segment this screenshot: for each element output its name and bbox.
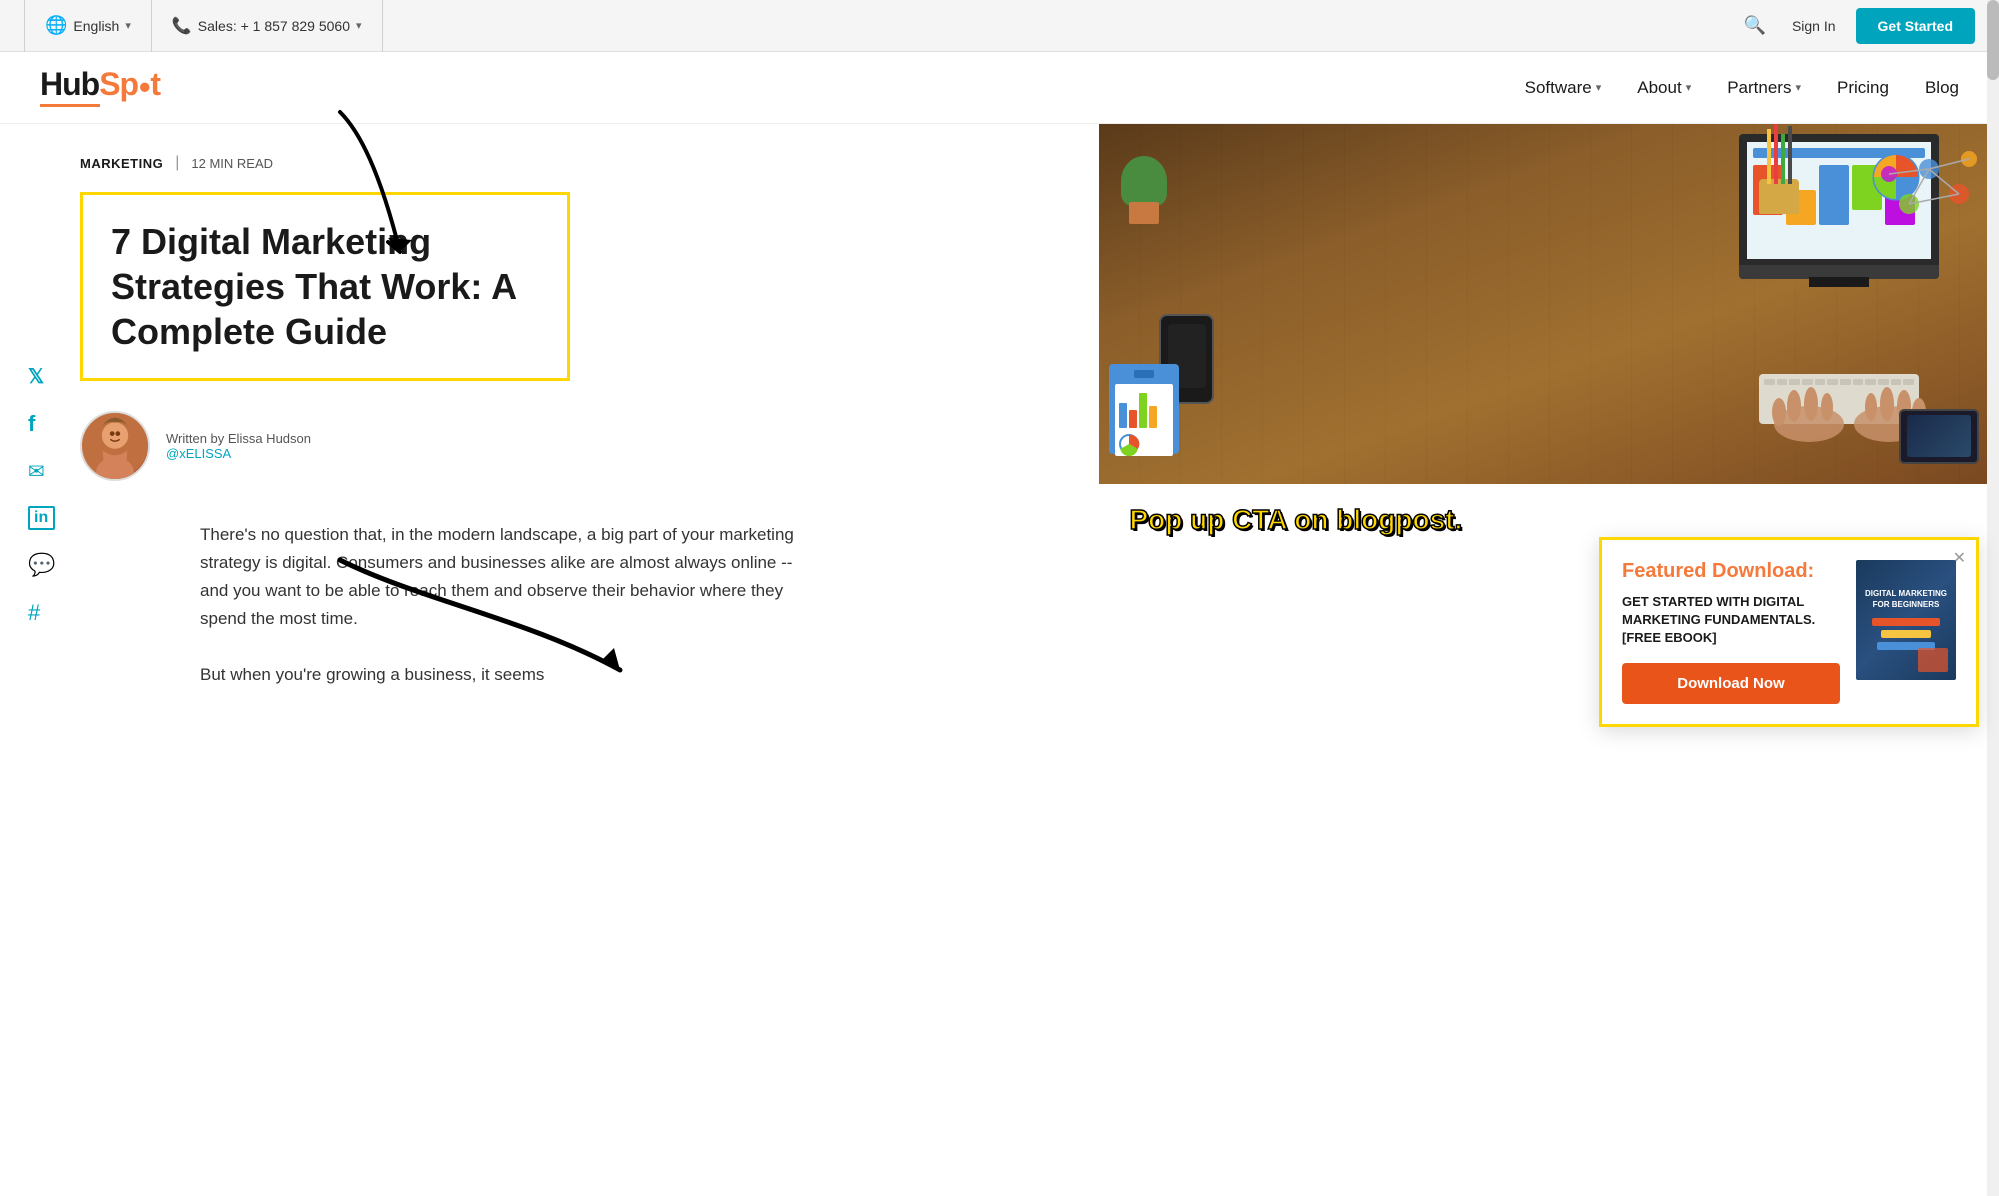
category-text: MARKETING xyxy=(80,156,163,171)
phone-chevron-icon: ▾ xyxy=(356,19,362,32)
cta-ebook-image: DIGITAL MARKETING FOR BEGINNERS xyxy=(1856,560,1956,680)
author-handle[interactable]: @xELISSA xyxy=(166,446,311,461)
top-bar: 🌐 English ▾ 📞 Sales: + 1 857 829 5060 ▾ … xyxy=(0,0,1999,52)
twitter-share-icon[interactable]: 𝕏 xyxy=(28,364,55,389)
language-chevron-icon: ▾ xyxy=(125,19,131,32)
main-content: 𝕏 f ✉ in 💬 # MARKETING | 12 MIN READ 7 D… xyxy=(0,124,1999,747)
article-body: There's no question that, in the modern … xyxy=(120,521,1059,689)
article-title: 7 Digital Marketing Strategies That Work… xyxy=(111,219,539,354)
content-right: Pop up CTA on blogpost. ✕ Featured Downl… xyxy=(1099,124,1999,747)
pencil-holder xyxy=(1759,144,1799,214)
software-chevron-icon: ▾ xyxy=(1596,81,1602,94)
desk-scene xyxy=(1099,124,1999,484)
phone-selector[interactable]: 📞 Sales: + 1 857 829 5060 ▾ xyxy=(152,0,383,52)
top-bar-right: 🔍 Sign In Get Started xyxy=(1738,8,1975,44)
hero-image xyxy=(1099,124,1999,484)
plant-leaves xyxy=(1121,156,1167,206)
read-time: 12 MIN READ xyxy=(191,156,273,171)
monitor-stand xyxy=(1809,277,1869,287)
signin-button[interactable]: Sign In xyxy=(1792,18,1836,34)
logo[interactable]: HubSp●t xyxy=(40,68,160,107)
ebook-stripe-2 xyxy=(1881,630,1931,638)
sales-label: Sales: + 1 857 829 5060 xyxy=(198,18,350,34)
language-label: English xyxy=(73,18,119,34)
scrollbar-track[interactable] xyxy=(1987,0,1999,1196)
scrollbar-thumb[interactable] xyxy=(1987,0,1999,80)
logo-underline xyxy=(40,104,100,107)
article-title-box: 7 Digital Marketing Strategies That Work… xyxy=(80,192,570,381)
search-button[interactable]: 🔍 xyxy=(1738,9,1772,42)
phone-icon: 📞 xyxy=(172,16,192,36)
facebook-share-icon[interactable]: f xyxy=(28,411,55,437)
avatar-image xyxy=(82,411,148,479)
top-bar-left: 🌐 English ▾ 📞 Sales: + 1 857 829 5060 ▾ xyxy=(24,0,383,52)
article-text: There's no question that, in the modern … xyxy=(200,521,820,689)
nav-bar: HubSp●t Software ▾ About ▾ Partners ▾ Pr… xyxy=(0,52,1999,124)
nav-about[interactable]: About ▾ xyxy=(1637,78,1691,98)
ebook-title: DIGITAL MARKETING FOR BEGINNERS xyxy=(1864,589,1948,610)
nav-blog[interactable]: Blog xyxy=(1925,78,1959,98)
hashtag-share-icon[interactable]: # xyxy=(28,600,55,626)
author-info: Written by Elissa Hudson @xELISSA xyxy=(166,431,311,461)
cta-description: GET STARTED WITH DIGITAL MARKETING FUNDA… xyxy=(1622,593,1840,648)
get-started-button[interactable]: Get Started xyxy=(1856,8,1975,44)
cta-popup: ✕ Featured Download: GET STARTED WITH DI… xyxy=(1599,537,1979,728)
tablet-graphic xyxy=(1899,409,1979,464)
messenger-share-icon[interactable]: 💬 xyxy=(28,552,55,578)
ebook-accent xyxy=(1918,648,1948,672)
partners-chevron-icon: ▾ xyxy=(1795,81,1801,94)
clipboard-graphic xyxy=(1109,364,1179,454)
cta-featured-label: Featured Download: xyxy=(1622,560,1840,583)
linkedin-share-icon[interactable]: in xyxy=(28,506,55,530)
plant-pot xyxy=(1129,202,1159,224)
cta-download-button[interactable]: Download Now xyxy=(1622,663,1840,704)
separator: | xyxy=(175,154,179,172)
logo-text: HubSp●t xyxy=(40,68,160,100)
nav-links: Software ▾ About ▾ Partners ▾ Pricing Bl… xyxy=(1525,78,1959,98)
author-avatar xyxy=(80,411,150,481)
popup-annotation-text: Pop up CTA on blogpost. xyxy=(1129,504,1969,536)
logo-spot: Sp●t xyxy=(99,66,160,102)
language-selector[interactable]: 🌐 English ▾ xyxy=(24,0,152,52)
network-graphic xyxy=(1869,139,1989,239)
written-by: Written by Elissa Hudson xyxy=(166,431,311,446)
article-paragraph-2: But when you're growing a business, it s… xyxy=(200,661,820,689)
article-paragraph-1: There's no question that, in the modern … xyxy=(200,521,820,633)
social-sidebar: 𝕏 f ✉ in 💬 # xyxy=(28,364,55,626)
ebook-stripe-1 xyxy=(1872,618,1939,626)
cta-text-section: Featured Download: GET STARTED WITH DIGI… xyxy=(1622,560,1840,705)
cta-body: Featured Download: GET STARTED WITH DIGI… xyxy=(1602,540,1976,725)
email-share-icon[interactable]: ✉ xyxy=(28,459,55,484)
nav-pricing[interactable]: Pricing xyxy=(1837,78,1889,98)
nav-software[interactable]: Software ▾ xyxy=(1525,78,1602,98)
plant xyxy=(1119,154,1169,224)
about-chevron-icon: ▾ xyxy=(1686,81,1692,94)
author-section: Written by Elissa Hudson @xELISSA xyxy=(80,411,1059,481)
nav-partners[interactable]: Partners ▾ xyxy=(1727,78,1801,98)
globe-icon: 🌐 xyxy=(45,15,67,36)
category-label: MARKETING | 12 MIN READ xyxy=(80,154,1059,172)
content-left: 𝕏 f ✉ in 💬 # MARKETING | 12 MIN READ 7 D… xyxy=(0,124,1099,747)
